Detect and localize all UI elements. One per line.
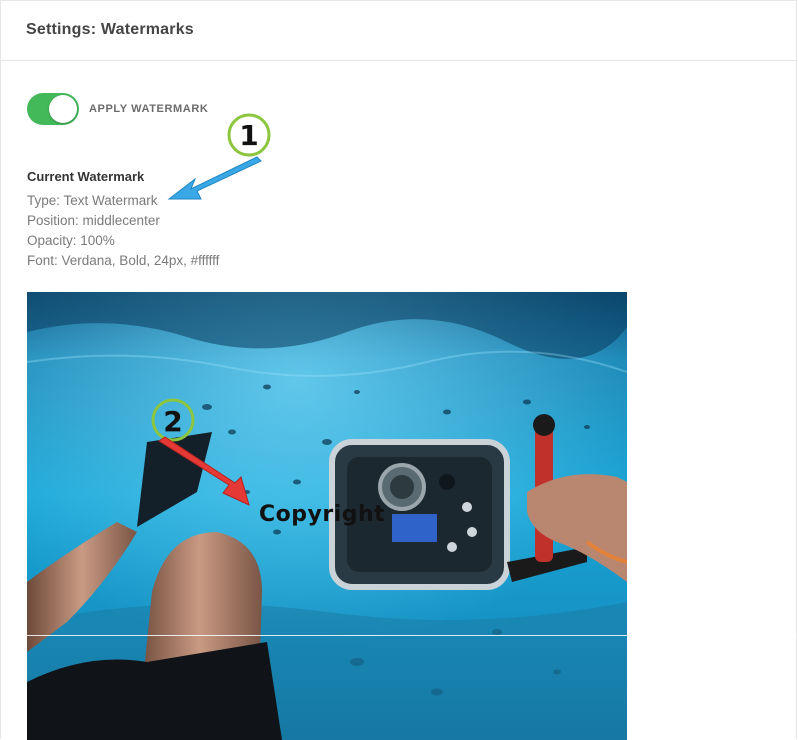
callout-2-arrow: 2	[151, 398, 250, 506]
callout-1-arrow: 1	[167, 113, 271, 200]
apply-watermark-toggle[interactable]	[27, 93, 79, 125]
watermark-type: Type: Text Watermark	[27, 193, 158, 208]
toggle-knob[interactable]	[49, 95, 77, 123]
watermark-position: Position: middlecenter	[27, 213, 160, 228]
watermark-font: Font: Verdana, Bold, 24px, #ffffff	[27, 253, 220, 268]
watermark-preview-image: Copyright	[27, 292, 627, 740]
divider	[1, 635, 798, 636]
callout-2-number: 2	[163, 405, 182, 438]
callout-1-number: 1	[239, 119, 258, 152]
current-watermark-heading: Current Watermark	[27, 169, 145, 184]
panel-header: Settings: Watermarks	[1, 1, 796, 61]
page-title: Settings: Watermarks	[26, 21, 194, 38]
watermark-opacity: Opacity: 100%	[27, 233, 115, 248]
watermark-text: Copyright	[259, 502, 386, 527]
settings-panel: Settings: Watermarks APPLY WATERMARK Cur…	[0, 0, 798, 740]
